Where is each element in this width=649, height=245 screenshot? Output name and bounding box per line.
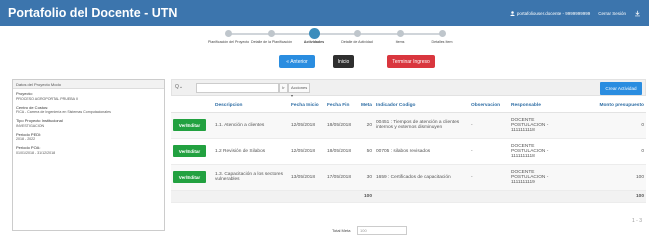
wizard-dot (267, 30, 275, 37)
total-meta-field[interactable]: 100 (357, 226, 407, 235)
col-header-descripcion[interactable]: Descripcion (213, 100, 289, 113)
wizard-step-items[interactable]: Items (380, 28, 420, 44)
col-header-monto[interactable]: Monto presupuesto (571, 100, 646, 113)
activities-region: Q⌄ Ir Acciones ▾ Crear Actividad Descrip… (171, 79, 646, 243)
wizard-dot (438, 30, 446, 37)
field-poa-period: Periodo POA: 01/01/2018 - 31/12/2018 (16, 145, 161, 156)
cell-meta: 50 (359, 138, 374, 165)
pagination[interactable]: 1 - 3 (632, 218, 642, 224)
field-value: PROCESO AGROPORTAL PRUEBA II (16, 96, 78, 101)
col-header (171, 100, 213, 113)
field-project-type: Tipo Proyecto Institucional INVESTIGACION (16, 118, 161, 129)
cell-observacion: - (469, 164, 509, 191)
wizard-step-label: Items (395, 40, 405, 44)
wizard-steps: Planificación del Proyecto Detalle de la… (208, 28, 452, 48)
cell-responsable: DOCENTE POSTULACION - 1111111118 (509, 138, 571, 165)
table-header-row: Descripcion Fecha Inicio Fecha Fin Meta … (171, 100, 646, 113)
cell-fecha-fin: 18/05/2018 (325, 112, 359, 139)
search-input[interactable] (196, 83, 279, 93)
cell-responsable: DOCENTE POSTULACION - 1111111119 (509, 164, 571, 191)
report-toolbar: Q⌄ Ir Acciones ▾ Crear Actividad (171, 79, 646, 98)
cell-meta: 30 (359, 164, 374, 191)
total-meta-label: Total Meta (332, 228, 351, 233)
activities-table: Descripcion Fecha Inicio Fecha Fin Meta … (171, 100, 646, 203)
wizard-dot (224, 30, 232, 37)
cell-fecha-inicio: 13/05/2018 (289, 164, 325, 191)
cell-monto: 0 (571, 138, 646, 165)
table-row: Ver/Editar 1.3. Capacitación a los secto… (171, 164, 646, 191)
cell-fecha-fin: 17/05/2018 (325, 164, 359, 191)
user-icon (509, 10, 515, 16)
field-project: Proyecto: PROCESO AGROPORTAL PRUEBA II (16, 91, 161, 102)
cell-responsable: DOCENTE POSTULACION - 1111111118 (509, 112, 571, 139)
wizard-step-label: Planificación del Proyecto (208, 40, 250, 44)
wizard-dot (353, 30, 361, 37)
cell-observacion: - (469, 138, 509, 165)
col-header-fecha-fin[interactable]: Fecha Fin (325, 100, 359, 113)
col-header-fecha-inicio[interactable]: Fecha Inicio (289, 100, 325, 113)
wizard-step-label: Detalle de Actividad (341, 40, 373, 44)
field-value: FICA - Carrera de Ingeniería en Sistemas… (16, 110, 111, 114)
search-icon[interactable]: Q⌄ (175, 84, 183, 91)
wizard-dot (396, 30, 404, 37)
wizard-step-label: Detalles Item (431, 40, 453, 44)
wizard-step-label: Detalle de la Planificación (251, 40, 293, 44)
logout-link[interactable]: Cerrar Sesión (598, 11, 626, 16)
col-header-responsable[interactable]: Responsable (509, 100, 571, 113)
total-monto: 100 (571, 190, 646, 203)
field-value: 2018 - 2022 (16, 137, 36, 141)
cell-monto: 0 (571, 112, 646, 139)
user-menu[interactable]: portafoliouser.docente - 9999999999 (509, 10, 591, 16)
cell-descripcion: 1.2 Revisión de Silabos (213, 138, 289, 165)
wizard-step-actividades[interactable]: Actividades (294, 28, 334, 44)
create-activity-button[interactable]: Crear Actividad (600, 82, 642, 95)
wizard-step-detalle-planificacion[interactable]: Detalle de la Planificación (251, 28, 293, 44)
home-button[interactable]: Inicio (333, 55, 354, 68)
cell-indicador: 1659 : Certificados de capacitación (374, 164, 469, 191)
cell-fecha-fin: 18/05/2018 (325, 138, 359, 165)
cell-descripcion: 1.3. Capacitación a los sectores vulnera… (213, 164, 289, 191)
field-value: 01/01/2018 - 31/12/2018 (16, 150, 56, 155)
cell-observacion: - (469, 112, 509, 139)
actions-dropdown[interactable]: Acciones ▾ (288, 83, 310, 98)
total-meta: 100 (359, 190, 374, 203)
edit-button[interactable]: Ver/Editar (173, 145, 206, 157)
project-details-panel: Datos del Proyecto Modo Proyecto: PROCESO… (12, 79, 165, 231)
wizard-step-planificacion[interactable]: Planificación del Proyecto (208, 28, 250, 44)
cell-meta: 20 (359, 112, 374, 139)
panel-heading: Datos del Proyecto Modo (13, 80, 164, 89)
wizard-dot (308, 28, 320, 39)
field-pedi-period: Periodo PEDI: 2018 - 2022 (16, 132, 161, 143)
field-value: INVESTIGACION (16, 123, 45, 128)
go-button[interactable]: Ir (279, 83, 288, 93)
wizard-step-label: Actividades (303, 40, 325, 44)
table-row: Ver/Editar 1.2 Revisión de Silabos 12/05… (171, 138, 646, 165)
cell-fecha-inicio: 12/05/2018 (289, 138, 325, 165)
finish-entry-button[interactable]: Terminar Ingreso (387, 55, 435, 68)
cell-indicador: 00705 : silabos revisados (374, 138, 469, 165)
previous-button[interactable]: « Anterior (279, 55, 315, 68)
cell-descripcion: 1.1. Atención a clientes (213, 112, 289, 139)
wizard-step-detalles-item[interactable]: Detalles Item (422, 28, 462, 44)
field-cost-center: Centro de Costos: FICA - Carrera de Ingen… (16, 105, 161, 116)
cell-indicador: 00451 : Tiempos de atención a clientes i… (374, 112, 469, 139)
col-header-indicador[interactable]: Indicador Codigo (374, 100, 469, 113)
download-icon[interactable] (634, 10, 641, 17)
totals-row: 100 100 (171, 190, 646, 203)
cell-fecha-inicio: 12/05/2018 (289, 112, 325, 139)
edit-button[interactable]: Ver/Editar (173, 171, 206, 183)
top-bar: Portafolio del Docente - UTN portafoliou… (0, 0, 649, 26)
table-row: Ver/Editar 1.1. Atención a clientes 12/0… (171, 112, 646, 139)
col-header-meta[interactable]: Meta (359, 100, 374, 113)
cell-monto: 100 (571, 164, 646, 191)
col-header-observacion[interactable]: Observacion (469, 100, 509, 113)
wizard-step-detalle-actividad[interactable]: Detalle de Actividad (337, 28, 377, 44)
edit-button[interactable]: Ver/Editar (173, 119, 206, 131)
app-title: Portafolio del Docente - UTN (8, 6, 178, 20)
user-name: portafoliouser.docente - 9999999999 (516, 10, 591, 16)
top-right: portafoliouser.docente - 9999999999 Cerr… (509, 10, 641, 17)
